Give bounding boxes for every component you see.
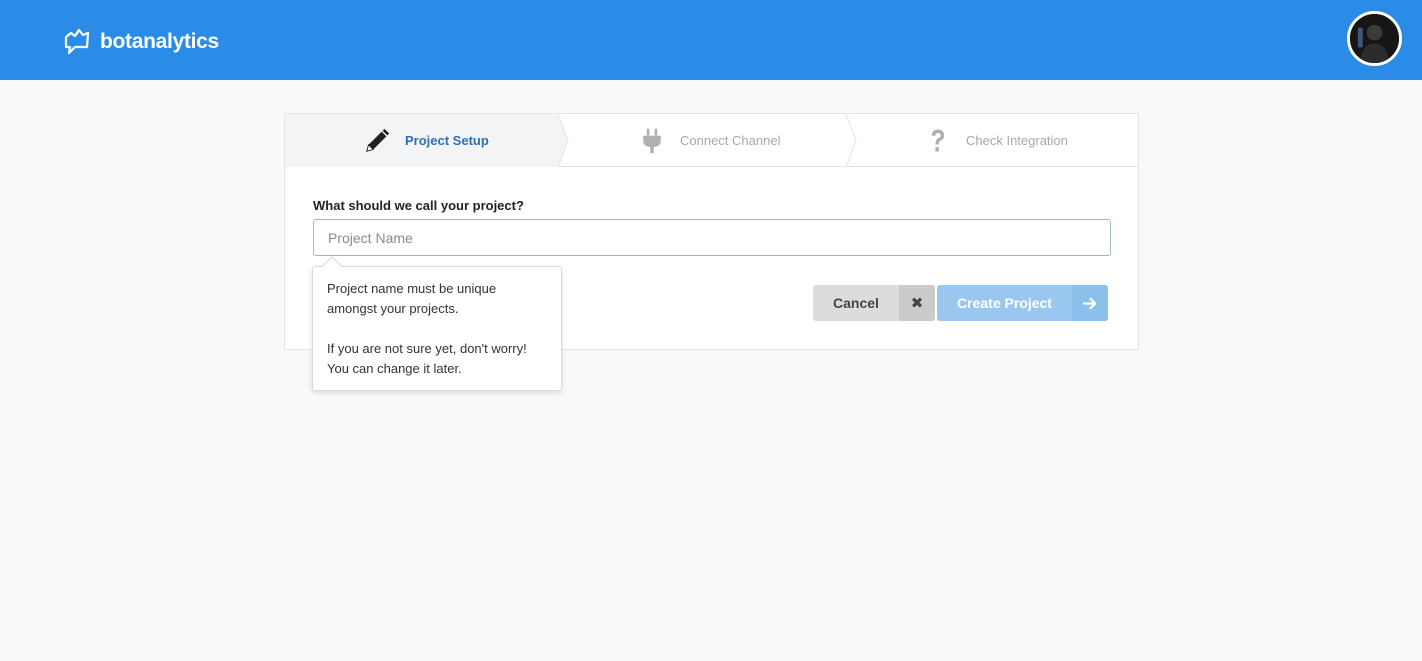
user-avatar[interactable] — [1347, 11, 1402, 66]
pencil-icon — [361, 125, 393, 157]
tooltip-text-unique: Project name must be unique amongst your… — [327, 281, 497, 316]
arrow-right-icon — [1072, 285, 1108, 321]
brand-logo[interactable]: botanalytics — [62, 26, 219, 58]
cancel-button-label: Cancel — [833, 295, 879, 311]
plug-icon — [636, 125, 668, 157]
step-label: Check Integration — [966, 133, 1068, 148]
step-label: Project Setup — [405, 133, 489, 148]
create-project-button-label: Create Project — [957, 295, 1052, 311]
top-bar: botanalytics — [0, 0, 1422, 80]
step-project-setup[interactable]: Project Setup — [285, 114, 558, 167]
step-label: Connect Channel — [680, 133, 781, 148]
brand-name: botanalytics — [100, 30, 219, 53]
question-icon — [922, 125, 954, 157]
speech-bubble-icon — [62, 27, 92, 57]
tooltip-text-change-later: If you are not sure yet, don't worry! Yo… — [327, 341, 527, 376]
wizard-steps: Project Setup Connect Channel Check Inte… — [285, 114, 1138, 167]
project-name-label: What should we call your project? — [313, 198, 524, 213]
close-icon: ✖ — [899, 285, 935, 321]
create-project-button[interactable]: Create Project — [937, 285, 1108, 321]
step-connect-channel[interactable]: Connect Channel — [558, 114, 846, 167]
project-name-input[interactable] — [313, 219, 1111, 256]
project-name-tooltip: Project name must be unique amongst your… — [312, 256, 562, 391]
step-check-integration[interactable]: Check Integration — [846, 114, 1138, 167]
cancel-button[interactable]: Cancel ✖ — [813, 285, 935, 321]
